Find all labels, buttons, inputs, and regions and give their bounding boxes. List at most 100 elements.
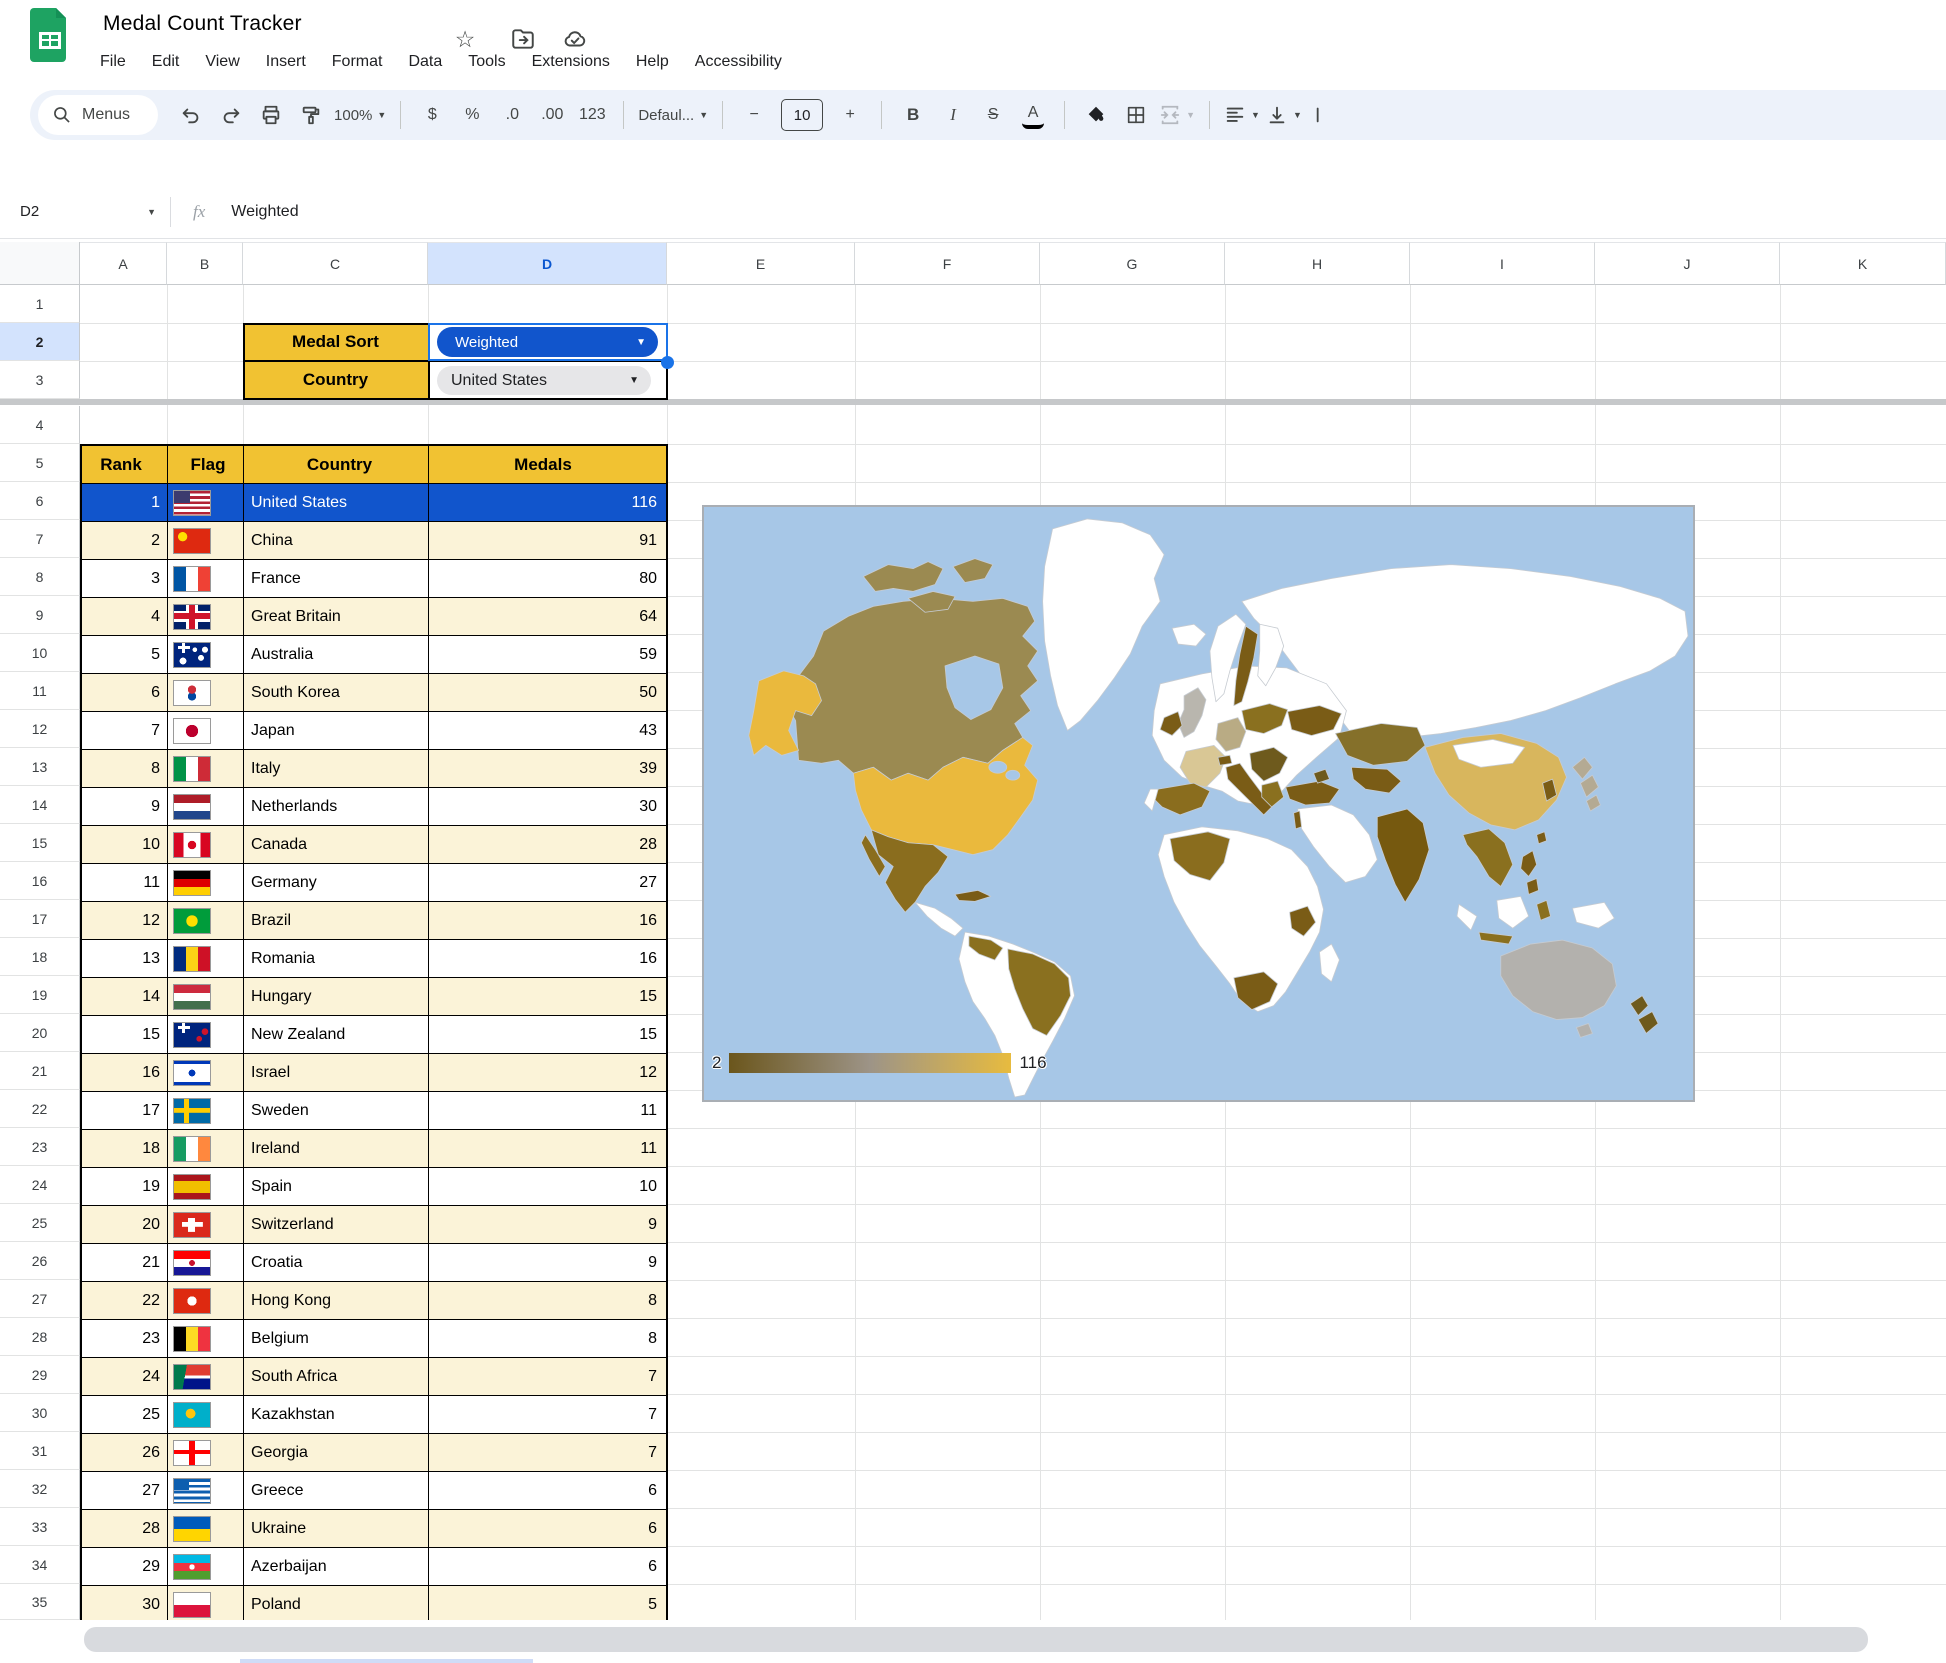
medals-cell[interactable]: 27 <box>429 864 666 902</box>
medals-cell[interactable]: 116 <box>429 484 666 522</box>
country-cell[interactable]: Brazil <box>244 902 429 940</box>
rank-cell[interactable]: 18 <box>82 1130 168 1168</box>
rank-cell[interactable]: 11 <box>82 864 168 902</box>
flag-cell[interactable] <box>168 598 244 636</box>
world-map-chart[interactable]: 2 116 <box>702 505 1695 1102</box>
flag-cell[interactable] <box>168 1320 244 1358</box>
medals-cell[interactable]: 6 <box>429 1548 666 1586</box>
rank-cell[interactable]: 13 <box>82 940 168 978</box>
column-header-E[interactable]: E <box>667 242 855 285</box>
table-row-netherlands[interactable]: 9Netherlands30 <box>82 788 666 826</box>
country-cell[interactable]: Italy <box>244 750 429 788</box>
table-row-great-britain[interactable]: 4Great Britain64 <box>82 598 666 636</box>
row-header-16[interactable]: 16 <box>0 862 80 900</box>
medals-cell[interactable]: 15 <box>429 978 666 1016</box>
star-icon[interactable]: ☆ <box>452 26 478 52</box>
frozen-rows-divider[interactable] <box>0 399 1946 405</box>
row-header-6[interactable]: 6 <box>0 482 80 520</box>
rank-cell[interactable]: 1 <box>82 484 168 522</box>
row-header-29[interactable]: 29 <box>0 1356 80 1394</box>
rank-cell[interactable]: 9 <box>82 788 168 826</box>
rank-cell[interactable]: 27 <box>82 1472 168 1510</box>
column-header-D[interactable]: D <box>428 242 667 285</box>
increase-font-size-button[interactable]: + <box>833 98 867 132</box>
row-header-14[interactable]: 14 <box>0 786 80 824</box>
row-header-4[interactable]: 4 <box>0 406 80 444</box>
table-row-ireland[interactable]: 18Ireland11 <box>82 1130 666 1168</box>
table-row-croatia[interactable]: 21Croatia9 <box>82 1244 666 1282</box>
borders-button[interactable] <box>1119 98 1153 132</box>
flag-cell[interactable] <box>168 864 244 902</box>
column-header-I[interactable]: I <box>1410 242 1595 285</box>
rank-cell[interactable]: 28 <box>82 1510 168 1548</box>
country-cell[interactable]: Belgium <box>244 1320 429 1358</box>
flag-cell[interactable] <box>168 1054 244 1092</box>
country-cell[interactable]: Hungary <box>244 978 429 1016</box>
country-cell[interactable]: Japan <box>244 712 429 750</box>
medals-cell[interactable]: 50 <box>429 674 666 712</box>
country-cell[interactable]: South Korea <box>244 674 429 712</box>
flag-cell[interactable] <box>168 522 244 560</box>
table-row-switzerland[interactable]: 20Switzerland9 <box>82 1206 666 1244</box>
menu-tools[interactable]: Tools <box>468 53 505 71</box>
country-cell[interactable]: Spain <box>244 1168 429 1206</box>
fill-color-button[interactable] <box>1079 98 1113 132</box>
menu-edit[interactable]: Edit <box>152 53 180 71</box>
flag-cell[interactable] <box>168 1586 244 1624</box>
medals-cell[interactable]: 5 <box>429 1586 666 1624</box>
flag-cell[interactable] <box>168 940 244 978</box>
flag-cell[interactable] <box>168 1244 244 1282</box>
table-row-belgium[interactable]: 23Belgium8 <box>82 1320 666 1358</box>
medals-cell[interactable]: 91 <box>429 522 666 560</box>
country-cell[interactable]: South Africa <box>244 1358 429 1396</box>
row-header-3[interactable]: 3 <box>0 361 80 399</box>
country-dropdown[interactable]: United States ▼ <box>437 366 651 395</box>
country-cell[interactable]: Romania <box>244 940 429 978</box>
medals-cell[interactable]: 6 <box>429 1472 666 1510</box>
rank-cell[interactable]: 16 <box>82 1054 168 1092</box>
column-header-B[interactable]: B <box>167 242 243 285</box>
country-cell[interactable]: Poland <box>244 1586 429 1624</box>
flag-cell[interactable] <box>168 1092 244 1130</box>
country-cell[interactable]: Switzerland <box>244 1206 429 1244</box>
row-header-17[interactable]: 17 <box>0 900 80 938</box>
table-row-poland[interactable]: 30Poland5 <box>82 1586 666 1624</box>
row-header-1[interactable]: 1 <box>0 285 80 323</box>
rank-cell[interactable]: 4 <box>82 598 168 636</box>
flag-cell[interactable] <box>168 674 244 712</box>
table-row-germany[interactable]: 11Germany27 <box>82 864 666 902</box>
row-header-13[interactable]: 13 <box>0 748 80 786</box>
row-header-34[interactable]: 34 <box>0 1546 80 1584</box>
medals-cell[interactable]: 59 <box>429 636 666 674</box>
formula-input[interactable]: Weighted <box>231 203 298 221</box>
table-row-azerbaijan[interactable]: 29Azerbaijan6 <box>82 1548 666 1586</box>
cloud-saved-icon[interactable] <box>562 26 588 52</box>
row-header-7[interactable]: 7 <box>0 520 80 558</box>
decrease-decimal-button[interactable]: .0 <box>495 98 529 132</box>
country-cell[interactable]: Canada <box>244 826 429 864</box>
search-menus-pill[interactable]: Menus <box>38 95 158 135</box>
table-row-south-korea[interactable]: 6South Korea50 <box>82 674 666 712</box>
row-header-8[interactable]: 8 <box>0 558 80 596</box>
format-currency-button[interactable]: $ <box>415 98 449 132</box>
horizontal-align-button[interactable]: ▼ <box>1224 98 1260 132</box>
table-row-hungary[interactable]: 14Hungary15 <box>82 978 666 1016</box>
bold-button[interactable]: B <box>896 98 930 132</box>
row-header-25[interactable]: 25 <box>0 1204 80 1242</box>
medals-cell[interactable]: 80 <box>429 560 666 598</box>
country-cell[interactable]: Azerbaijan <box>244 1548 429 1586</box>
italic-button[interactable]: I <box>936 98 970 132</box>
country-cell[interactable]: United States <box>244 484 429 522</box>
redo-button[interactable] <box>214 98 248 132</box>
increase-decimal-button[interactable]: .00 <box>535 98 569 132</box>
medals-cell[interactable]: 12 <box>429 1054 666 1092</box>
row-header-20[interactable]: 20 <box>0 1014 80 1052</box>
medals-cell[interactable]: 9 <box>429 1206 666 1244</box>
menu-data[interactable]: Data <box>408 53 442 71</box>
medal-sort-label-cell[interactable]: Medal Sort <box>243 323 428 361</box>
country-cell[interactable]: China <box>244 522 429 560</box>
flag-cell[interactable] <box>168 636 244 674</box>
row-header-11[interactable]: 11 <box>0 672 80 710</box>
menu-insert[interactable]: Insert <box>266 53 306 71</box>
country-label-cell[interactable]: Country <box>243 361 428 399</box>
